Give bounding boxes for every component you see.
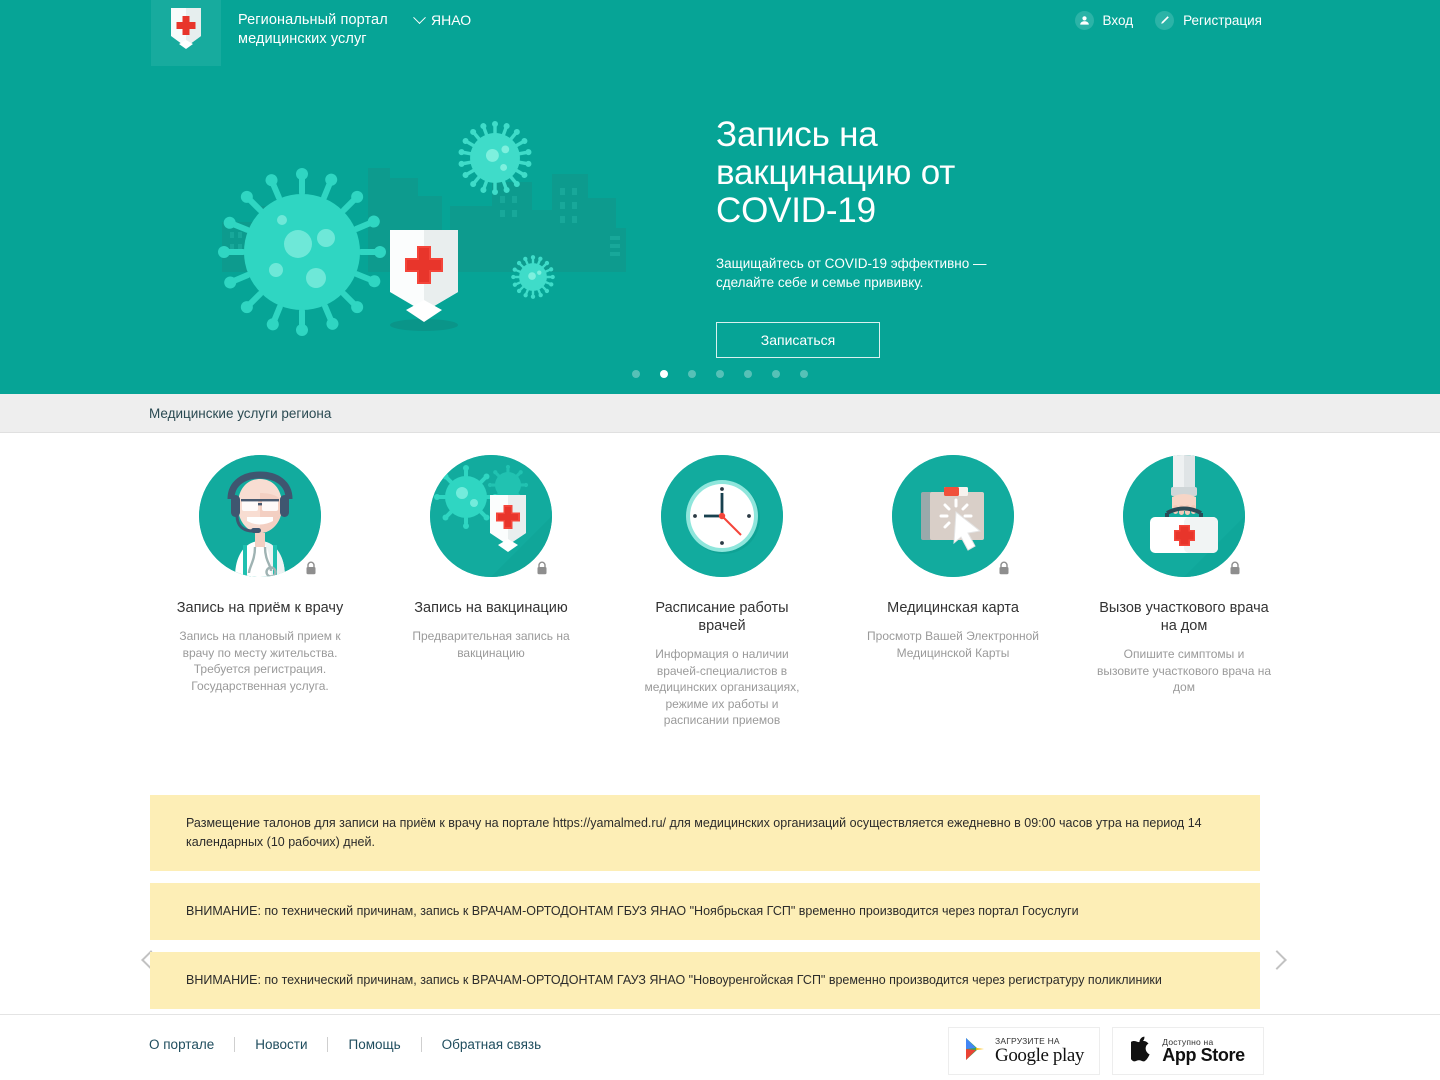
service-title: Вызов участкового врача на дом [1099, 600, 1269, 634]
hero-title: Запись на вакцинацию от COVID-19 [716, 115, 956, 230]
service-card-schedule[interactable]: Расписание работы врачей Информация о на… [634, 455, 810, 729]
footer-links: О портале Новости Помощь Обратная связь [149, 1037, 561, 1052]
service-description: Опишите симптомы и вызовите участкового … [1096, 647, 1272, 694]
service-title: Запись на вакцинацию [414, 600, 568, 616]
lock-icon [998, 561, 1010, 575]
lock-icon [536, 561, 548, 575]
region-selector[interactable]: ЯНАО [413, 10, 472, 28]
services-next-button[interactable] [1262, 941, 1292, 979]
footer-link-news[interactable]: Новости [235, 1037, 327, 1052]
login-button[interactable]: Вход [1074, 11, 1134, 30]
service-title: Запись на приём к врачу [176, 600, 344, 616]
google-play-bottom-label: Google play [995, 1044, 1084, 1066]
app-store-badge[interactable]: Доступно на App Store [1112, 1027, 1264, 1075]
footer-link-feedback[interactable]: Обратная связь [422, 1037, 561, 1052]
user-icon [1074, 11, 1094, 30]
hero-subtitle: Защищайтесь от COVID-19 эффективно — сде… [716, 256, 987, 290]
google-play-badge[interactable]: ЗАГРУЗИТЕ НА Google play [948, 1027, 1100, 1075]
register-button[interactable]: Регистрация [1155, 11, 1262, 30]
app-store-bottom-label: App Store [1162, 1045, 1245, 1066]
login-label: Вход [1102, 13, 1134, 28]
hero-copy: Запись на вакцинацию от COVID-19 Защищай… [716, 116, 1136, 358]
chevron-right-icon [1267, 950, 1287, 970]
service-card-home-visit[interactable]: Вызов участкового врача на дом Опишите с… [1096, 455, 1272, 729]
medical-folder-cursor-icon [892, 455, 1014, 577]
carousel-dot[interactable] [660, 370, 668, 378]
carousel-dots [0, 370, 1440, 378]
site-footer: О портале Новости Помощь Обратная связь … [0, 1014, 1440, 1080]
service-card-medical-record[interactable]: Медицинская карта Просмотр Вашей Электро… [865, 455, 1041, 729]
lock-icon [1229, 561, 1241, 575]
carousel-dot[interactable] [800, 370, 808, 378]
footer-link-about[interactable]: О портале [149, 1037, 234, 1052]
site-header: Региональный портал медицинских услуг ЯН… [0, 0, 1440, 66]
carousel-dot[interactable] [772, 370, 780, 378]
hero-signup-button[interactable]: Записаться [716, 322, 880, 358]
covid-virus-shield-city-illustration-icon [200, 110, 650, 350]
doctor-headset-icon [199, 455, 321, 577]
pencil-icon [1155, 11, 1175, 30]
service-description: Предварительная запись на вакцинацию [412, 629, 570, 660]
service-description: Запись на плановый прием к врачу по мест… [179, 629, 341, 693]
register-label: Регистрация [1183, 13, 1262, 28]
chevron-down-icon [413, 10, 426, 24]
service-card-vaccination[interactable]: Запись на вакцинацию Предварительная зап… [403, 455, 579, 729]
services-card-list: Запись на приём к врачу Запись на планов… [172, 455, 1272, 729]
carousel-dot[interactable] [688, 370, 696, 378]
site-logo[interactable] [151, 0, 221, 66]
google-play-icon [964, 1037, 986, 1066]
clock-icon [661, 455, 783, 577]
app-store-badges: ЗАГРУЗИТЕ НА Google play Доступно на App… [948, 1027, 1264, 1075]
service-description: Просмотр Вашей Электронной Медицинской К… [867, 629, 1039, 660]
brand-line-2: медицинских услуг [238, 30, 367, 47]
notice-item: Размещение талонов для записи на приём к… [150, 795, 1260, 871]
notice-item: ВНИМАНИЕ: по технический причинам, запис… [150, 952, 1260, 1009]
apple-icon [1127, 1036, 1153, 1067]
brand-title: Региональный портал медицинских услуг [238, 11, 388, 48]
service-description: Информация о наличии врачей-специалистов… [644, 647, 800, 727]
carousel-dot[interactable] [632, 370, 640, 378]
vaccination-shield-virus-icon [430, 455, 552, 577]
carousel-dot[interactable] [744, 370, 752, 378]
hero-carousel: Запись на вакцинацию от COVID-19 Защищай… [0, 66, 1440, 394]
notice-list: Размещение талонов для записи на приём к… [150, 795, 1260, 1021]
notice-item: ВНИМАНИЕ: по технический причинам, запис… [150, 883, 1260, 940]
footer-link-help[interactable]: Помощь [328, 1037, 420, 1052]
region-label: ЯНАО [431, 12, 472, 28]
services-carousel: Запись на приём к врачу Запись на планов… [0, 433, 1440, 970]
doctor-bag-hand-icon [1123, 455, 1245, 577]
service-title: Медицинская карта [887, 600, 1019, 616]
lock-icon [305, 561, 317, 575]
service-card-appointment[interactable]: Запись на приём к врачу Запись на планов… [172, 455, 348, 729]
brand-line-1: Региональный портал [238, 12, 388, 28]
carousel-dot[interactable] [716, 370, 724, 378]
shield-cross-logo-icon [169, 6, 203, 50]
services-section-title: Медицинские услуги региона [149, 405, 332, 421]
header-actions: Вход Регистрация [1074, 11, 1262, 30]
services-section-bar: Медицинские услуги региона [0, 394, 1440, 433]
service-title: Расписание работы врачей [655, 600, 789, 634]
